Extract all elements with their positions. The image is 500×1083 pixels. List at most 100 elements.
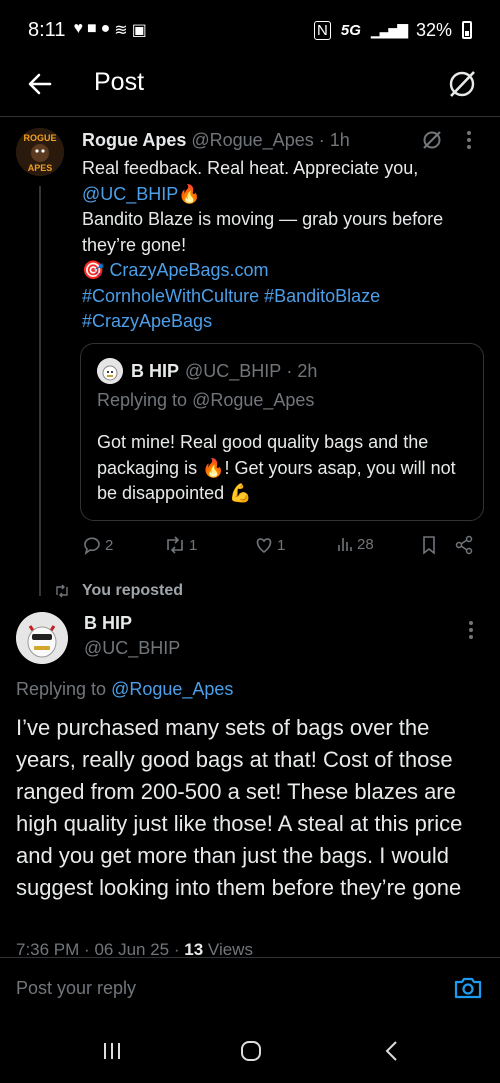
replying-handle: @Rogue_Apes xyxy=(192,390,315,410)
reply-icon xyxy=(84,537,100,555)
tweet-text: Real feedback. Real heat. Appreciate you… xyxy=(82,156,482,335)
reply-bar xyxy=(0,957,500,1017)
tweet-top-icons xyxy=(420,128,472,152)
yeti-avatar-icon xyxy=(97,358,123,384)
heart-icon xyxy=(256,538,272,554)
status-bar: 8:11 ♥ ■ ● ≋ ▣ N 5G ▁▃▅▇ 32% xyxy=(0,0,500,60)
flexed-arm-icon: 💪 xyxy=(229,483,252,503)
main-tweet-meta: 7:36 PM · 06 Jun 25 · 13 Views xyxy=(16,940,316,956)
tweet-actions: 2 1 1 28 xyxy=(82,535,482,559)
repost-note-label: You reposted xyxy=(82,582,184,599)
bag-icon: ■ xyxy=(86,20,97,37)
views-label: Views xyxy=(207,940,253,956)
camera-icon xyxy=(454,977,482,999)
dot-separator: · xyxy=(281,360,298,381)
main-author-handle[interactable]: @UC_BHIP xyxy=(84,638,180,659)
home-icon xyxy=(241,1041,261,1061)
back-arrow-icon xyxy=(28,73,52,95)
bookmark-button[interactable] xyxy=(420,535,438,555)
repost-small-icon xyxy=(56,584,68,598)
fire-icon: 🔥 xyxy=(202,457,225,478)
fire-icon: 🔥 xyxy=(178,183,201,204)
quoted-tweet[interactable]: B HIP @UC_BHIP · 2h Replying to @Rogue_A… xyxy=(80,343,484,521)
battery-icon xyxy=(462,21,472,39)
quote-author: B HIP @UC_BHIP · 2h xyxy=(97,358,317,384)
grok-icon xyxy=(449,71,475,97)
avatar-text-top: ROGUE xyxy=(23,133,56,143)
page-title: Post xyxy=(94,68,145,96)
system-nav-bar xyxy=(0,1017,500,1083)
author-name[interactable]: Rogue Apes xyxy=(82,130,186,150)
rogue-apes-logo-icon: ROGUE APES xyxy=(16,128,64,176)
quote-author-handle: @UC_BHIP xyxy=(185,360,282,381)
camera-button[interactable] xyxy=(452,972,484,1004)
grok-icon[interactable] xyxy=(420,128,444,152)
share-button[interactable] xyxy=(454,535,474,555)
hashtags-line-1[interactable]: #CornholeWithCulture #BanditoBlaze xyxy=(82,284,482,310)
recents-button[interactable] xyxy=(100,1039,124,1063)
quote-avatar xyxy=(97,358,123,384)
avatar-b-hip[interactable] xyxy=(16,612,68,664)
views-count: 28 xyxy=(357,535,374,553)
like-button[interactable]: 1 xyxy=(254,535,285,555)
main-author-name[interactable]: B HIP xyxy=(84,613,132,634)
hashtags-line-2[interactable]: #CrazyApeBags xyxy=(82,309,482,335)
main-tweet-text: I’ve purchased many sets of bags over th… xyxy=(16,715,463,900)
post-date: 06 Jun 25 xyxy=(94,940,170,956)
quote-author-name: B HIP xyxy=(131,360,180,381)
more-options-icon[interactable] xyxy=(466,130,472,150)
views-button[interactable]: 28 xyxy=(336,535,374,553)
tweet-author: Rogue Apes @Rogue_Apes · 1h xyxy=(82,130,350,151)
post-time: 7:36 PM xyxy=(16,940,80,956)
quote-replying-to: Replying to @Rogue_Apes xyxy=(97,390,314,411)
gamepad-icon: ● xyxy=(100,20,111,37)
grok-button[interactable] xyxy=(444,66,480,102)
wifi-icon: ≋ xyxy=(114,22,128,39)
replying-prefix: Replying to xyxy=(97,390,193,410)
image-icon: ▣ xyxy=(131,22,147,39)
share-icon xyxy=(455,535,473,555)
heart-icon: ♥ xyxy=(73,20,83,37)
network-label: 5G xyxy=(340,21,361,39)
dot-separator: · xyxy=(318,130,325,150)
website-link[interactable]: CrazyApeBags.com xyxy=(109,260,268,280)
back-nav-button[interactable] xyxy=(380,1039,404,1063)
replying-handle-link[interactable]: @Rogue_Apes xyxy=(111,679,233,699)
repost-note: You reposted xyxy=(54,582,183,600)
reply-count: 2 xyxy=(105,536,114,554)
chevron-left-icon xyxy=(385,1041,397,1061)
tweet-line-3: Bandito Blaze is moving — grab yours bef… xyxy=(82,209,444,255)
tweet-time: 1h xyxy=(329,130,350,150)
signal-icon: ▁▃▅▇ xyxy=(370,21,408,38)
repost-count: 1 xyxy=(189,536,198,554)
back-button[interactable] xyxy=(22,66,58,102)
mention-link[interactable]: @UC_BHIP xyxy=(82,184,178,204)
yeti-avatar-icon xyxy=(16,612,68,664)
tweet-line-1: Real feedback. Real heat. Appreciate you… xyxy=(82,158,419,178)
thread-line xyxy=(39,186,41,596)
nfc-icon: N xyxy=(314,20,331,40)
repost-icon xyxy=(167,536,183,554)
target-icon: 🎯 xyxy=(82,260,105,280)
replying-prefix: Replying to xyxy=(16,679,112,699)
avatar-text-bottom: APES xyxy=(28,163,53,173)
views-icon xyxy=(338,538,352,551)
status-time: 8:11 xyxy=(28,18,66,41)
author-handle[interactable]: @Rogue_Apes xyxy=(191,130,313,150)
reply-input[interactable] xyxy=(16,978,396,999)
header-divider xyxy=(0,116,500,117)
main-more-button[interactable] xyxy=(468,620,474,645)
quote-time: 2h xyxy=(297,360,318,381)
home-button[interactable] xyxy=(238,1039,264,1063)
recents-icon xyxy=(104,1043,120,1059)
reply-button[interactable]: 2 xyxy=(82,535,113,555)
repost-button[interactable]: 1 xyxy=(164,535,197,555)
avatar-rogue-apes[interactable]: ROGUE APES xyxy=(16,128,64,176)
notification-icons: ♥ ■ ● ≋ ▣ xyxy=(73,20,146,40)
top-bar: Post xyxy=(0,60,500,108)
views-number: 13 xyxy=(184,940,204,956)
more-options-icon xyxy=(469,621,473,639)
like-count: 1 xyxy=(277,536,286,554)
bookmark-icon xyxy=(423,536,435,555)
quote-text: Got mine! Real good quality bags and the… xyxy=(97,430,477,507)
